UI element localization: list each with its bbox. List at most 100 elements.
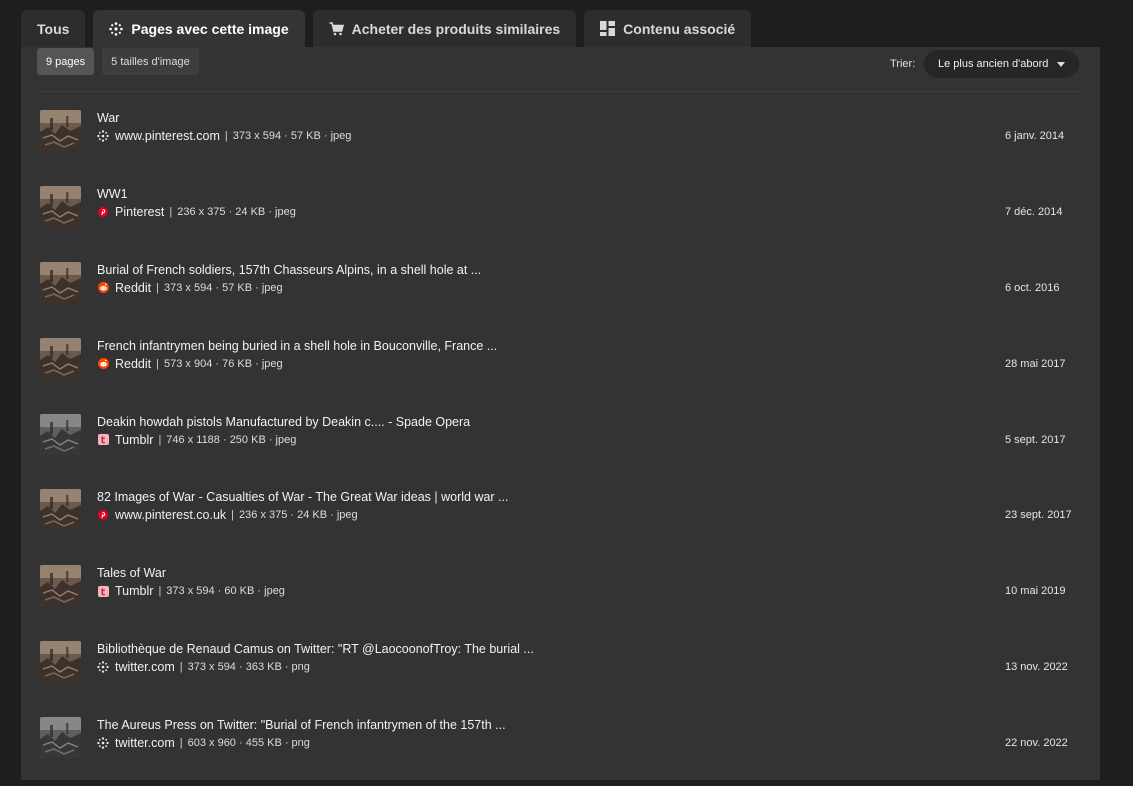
tab-related-content[interactable]: Contenu associé bbox=[584, 10, 752, 47]
result-source[interactable]: www.pinterest.co.uk bbox=[115, 508, 226, 522]
results-list: War www.pinterest.com | 373 x 594 · 57 KB ·… bbox=[21, 103, 1100, 786]
result-title[interactable]: French infantrymen being buried in a she… bbox=[97, 339, 497, 353]
image-sizes-chip[interactable]: 5 tailles d'image bbox=[102, 48, 199, 75]
pinterest-icon bbox=[97, 206, 109, 218]
thumbnail-image[interactable] bbox=[40, 565, 81, 607]
separator: | bbox=[179, 737, 183, 750]
result-meta: Reddit | 573 x 904 · 76 KB · jpeg bbox=[97, 356, 283, 372]
result-title[interactable]: Bibliothèque de Renaud Camus on Twitter:… bbox=[97, 642, 534, 656]
separator: | bbox=[224, 130, 228, 142]
result-meta: Reddit | 373 x 594 · 57 KB · jpeg bbox=[97, 280, 283, 296]
sort-dropdown[interactable]: Le plus ancien d'abord bbox=[924, 50, 1079, 78]
result-row[interactable]: Burial of French soldiers, 157th Chasseu… bbox=[21, 255, 1100, 331]
tab-shop-similar[interactable]: Acheter des produits similaires bbox=[312, 10, 577, 47]
result-title[interactable]: Burial of French soldiers, 157th Chasseu… bbox=[97, 263, 481, 277]
result-details: 746 x 1188 · 250 KB · jpeg bbox=[166, 433, 297, 446]
result-row[interactable]: French infantrymen being buried in a she… bbox=[21, 331, 1100, 407]
result-title[interactable]: The Aureus Press on Twitter: "Burial of … bbox=[97, 718, 506, 732]
result-title[interactable]: Deakin howdah pistols Manufactured by De… bbox=[97, 415, 470, 429]
result-title[interactable]: War bbox=[97, 111, 119, 125]
result-date: 10 mai 2019 bbox=[1005, 585, 1066, 598]
result-details: 373 x 594 · 60 KB · jpeg bbox=[166, 585, 285, 598]
separator: | bbox=[158, 585, 162, 598]
result-title[interactable]: Tales of War bbox=[97, 566, 166, 580]
result-source[interactable]: twitter.com bbox=[115, 736, 175, 750]
result-row[interactable]: War www.pinterest.com | 373 x 594 · 57 KB ·… bbox=[21, 103, 1100, 179]
result-row[interactable]: Bibliothèque de Renaud Camus on Twitter:… bbox=[21, 634, 1100, 710]
separator: | bbox=[158, 433, 162, 446]
separator: | bbox=[156, 357, 159, 370]
tab-pages-with-image[interactable]: Pages avec cette image bbox=[93, 10, 305, 47]
result-details: 373 x 594 · 57 KB · jpeg bbox=[232, 130, 352, 142]
tumblr-icon bbox=[97, 585, 109, 597]
reddit-icon bbox=[97, 282, 109, 294]
tab-related-label: Contenu associé bbox=[623, 20, 736, 37]
result-source[interactable]: Tumblr bbox=[115, 433, 153, 447]
grid-icon bbox=[600, 21, 616, 36]
result-meta: Tumblr | 746 x 1188 · 250 KB · jpeg bbox=[97, 432, 296, 448]
result-details: 236 x 375 · 24 KB · jpeg bbox=[177, 205, 296, 218]
separator: | bbox=[231, 509, 235, 522]
globe-icon bbox=[97, 737, 109, 749]
result-date: 6 janv. 2014 bbox=[1005, 130, 1065, 142]
thumbnail-image[interactable] bbox=[40, 261, 81, 303]
tab-shop-label: Acheter des produits similaires bbox=[351, 20, 561, 37]
result-source[interactable]: Reddit bbox=[115, 357, 151, 371]
result-date: 7 déc. 2014 bbox=[1005, 205, 1063, 218]
result-row[interactable]: Deakin howdah pistols Manufactured by De… bbox=[21, 407, 1100, 483]
thumbnail-image[interactable] bbox=[40, 489, 81, 531]
result-details: 236 x 375 · 24 KB · jpeg bbox=[239, 509, 358, 522]
sort-label: Trier: bbox=[890, 58, 916, 70]
globe-icon bbox=[109, 21, 124, 36]
caret-down-icon bbox=[1057, 62, 1065, 67]
result-date: 5 sept. 2017 bbox=[1005, 433, 1066, 446]
cart-icon bbox=[329, 21, 344, 36]
globe-icon bbox=[97, 661, 109, 673]
tab-bar: Tous Pages avec cette image Acheter des … bbox=[21, 10, 752, 47]
result-row[interactable]: WW1 Pinterest | 236 x 375 · 24 KB · jpeg 7 d… bbox=[21, 179, 1100, 255]
result-date: 13 nov. 2022 bbox=[1005, 661, 1068, 674]
result-details: 603 x 960 · 455 KB · png bbox=[187, 737, 310, 750]
result-details: 373 x 594 · 57 KB · jpeg bbox=[164, 281, 283, 294]
result-meta: Pinterest | 236 x 375 · 24 KB · jpeg bbox=[97, 204, 296, 220]
thumbnail-image[interactable] bbox=[40, 185, 81, 227]
result-source[interactable]: Reddit bbox=[115, 281, 151, 295]
tumblr-icon bbox=[97, 434, 109, 446]
result-source[interactable]: twitter.com bbox=[115, 660, 175, 674]
pages-count-chip[interactable]: 9 pages bbox=[37, 48, 95, 75]
result-source[interactable]: www.pinterest.com bbox=[115, 129, 220, 143]
result-meta: twitter.com | 603 x 960 · 455 KB · png bbox=[97, 735, 310, 751]
thumbnail-image[interactable] bbox=[40, 413, 81, 455]
result-meta: www.pinterest.co.uk | 236 x 375 · 24 KB · … bbox=[97, 507, 358, 523]
result-row[interactable]: 82 Images of War - Casualties of War - T… bbox=[21, 482, 1100, 558]
globe-icon bbox=[97, 130, 109, 142]
result-source[interactable]: Pinterest bbox=[115, 205, 164, 219]
result-date: 23 sept. 2017 bbox=[1005, 509, 1072, 522]
separator: | bbox=[169, 205, 173, 218]
page: Tous Pages avec cette image Acheter des … bbox=[0, 0, 1133, 780]
result-source[interactable]: Tumblr bbox=[115, 584, 153, 598]
result-meta: www.pinterest.com | 373 x 594 · 57 KB · jp… bbox=[97, 128, 351, 144]
reddit-icon bbox=[97, 358, 109, 370]
thumbnail-image[interactable] bbox=[40, 110, 81, 151]
tab-all-label: Tous bbox=[37, 20, 70, 37]
result-date: 22 nov. 2022 bbox=[1005, 737, 1068, 750]
result-date: 28 mai 2017 bbox=[1005, 357, 1066, 370]
tab-pages-label: Pages avec cette image bbox=[131, 20, 289, 37]
separator: | bbox=[156, 281, 159, 294]
filter-chips: 9 pages 5 tailles d'image bbox=[37, 48, 199, 75]
result-date: 6 oct. 2016 bbox=[1005, 281, 1060, 294]
tab-all[interactable]: Tous bbox=[21, 10, 86, 47]
thumbnail-image[interactable] bbox=[40, 641, 81, 683]
result-details: 373 x 594 · 363 KB · png bbox=[187, 661, 310, 674]
divider bbox=[37, 91, 1083, 92]
result-row[interactable]: The Aureus Press on Twitter: "Burial of … bbox=[21, 710, 1100, 786]
thumbnail-image[interactable] bbox=[40, 337, 81, 379]
result-row[interactable]: Tales of War Tumblr | 373 x 594 · 60 KB · j… bbox=[21, 558, 1100, 634]
result-title[interactable]: WW1 bbox=[97, 187, 128, 201]
pinterest-icon bbox=[97, 509, 109, 521]
separator: | bbox=[179, 661, 183, 674]
thumbnail-image[interactable] bbox=[40, 717, 81, 759]
sort-value: Le plus ancien d'abord bbox=[938, 58, 1049, 70]
result-title[interactable]: 82 Images of War - Casualties of War - T… bbox=[97, 490, 508, 504]
